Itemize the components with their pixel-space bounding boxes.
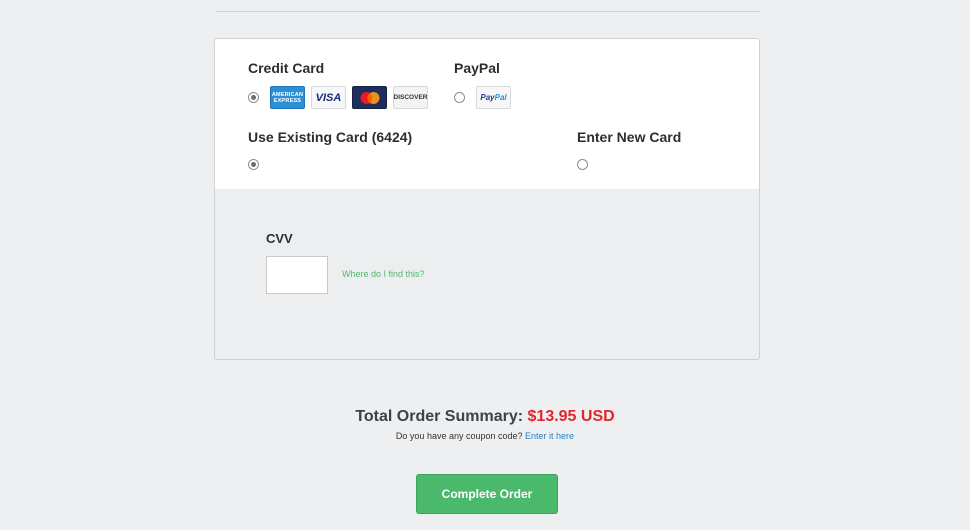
- paypal-heading: PayPal: [454, 60, 500, 76]
- visa-logo-text: VISA: [315, 91, 342, 104]
- coupon-line: Do you have any coupon code? Enter it he…: [0, 431, 970, 441]
- paypal-logo-icon: Pay Pal: [476, 86, 511, 109]
- complete-order-button[interactable]: Complete Order: [416, 474, 558, 514]
- existing-card-heading: Use Existing Card (6424): [248, 129, 413, 145]
- payment-panel: Credit Card AMERICAN EXPRESS VISA DISCOV…: [214, 38, 760, 360]
- top-divider: [215, 11, 760, 12]
- total-amount: $13.95 USD: [527, 408, 615, 425]
- cvv-label: CVV: [266, 231, 293, 246]
- mastercard-logo-icon: [352, 86, 387, 109]
- credit-card-radio[interactable]: [248, 92, 259, 103]
- total-label: Total Order Summary:: [355, 408, 524, 425]
- existing-card-radio[interactable]: [248, 159, 259, 170]
- credit-card-heading: Credit Card: [248, 60, 325, 76]
- total-order-summary: Total Order Summary: $13.95 USD: [0, 408, 970, 426]
- cvv-help-link[interactable]: Where do I find this?: [342, 269, 425, 279]
- amex-logo-text: AMERICAN EXPRESS: [271, 91, 304, 104]
- paypal-logo-text-2: Pal: [494, 93, 507, 102]
- new-card-radio[interactable]: [577, 159, 588, 170]
- discover-logo-text: DISCOVER: [393, 94, 428, 101]
- coupon-prompt: Do you have any coupon code?: [395, 431, 523, 441]
- payment-method-section: Credit Card AMERICAN EXPRESS VISA DISCOV…: [215, 39, 759, 189]
- paypal-radio[interactable]: [454, 92, 465, 103]
- paypal-logo-text-1: Pay: [480, 93, 495, 102]
- coupon-link[interactable]: Enter it here: [525, 431, 574, 441]
- new-card-heading: Enter New Card: [577, 129, 682, 145]
- amex-logo-icon: AMERICAN EXPRESS: [270, 86, 305, 109]
- cvv-input[interactable]: [266, 256, 328, 294]
- discover-logo-icon: DISCOVER: [393, 86, 428, 109]
- visa-logo-icon: VISA: [311, 86, 346, 109]
